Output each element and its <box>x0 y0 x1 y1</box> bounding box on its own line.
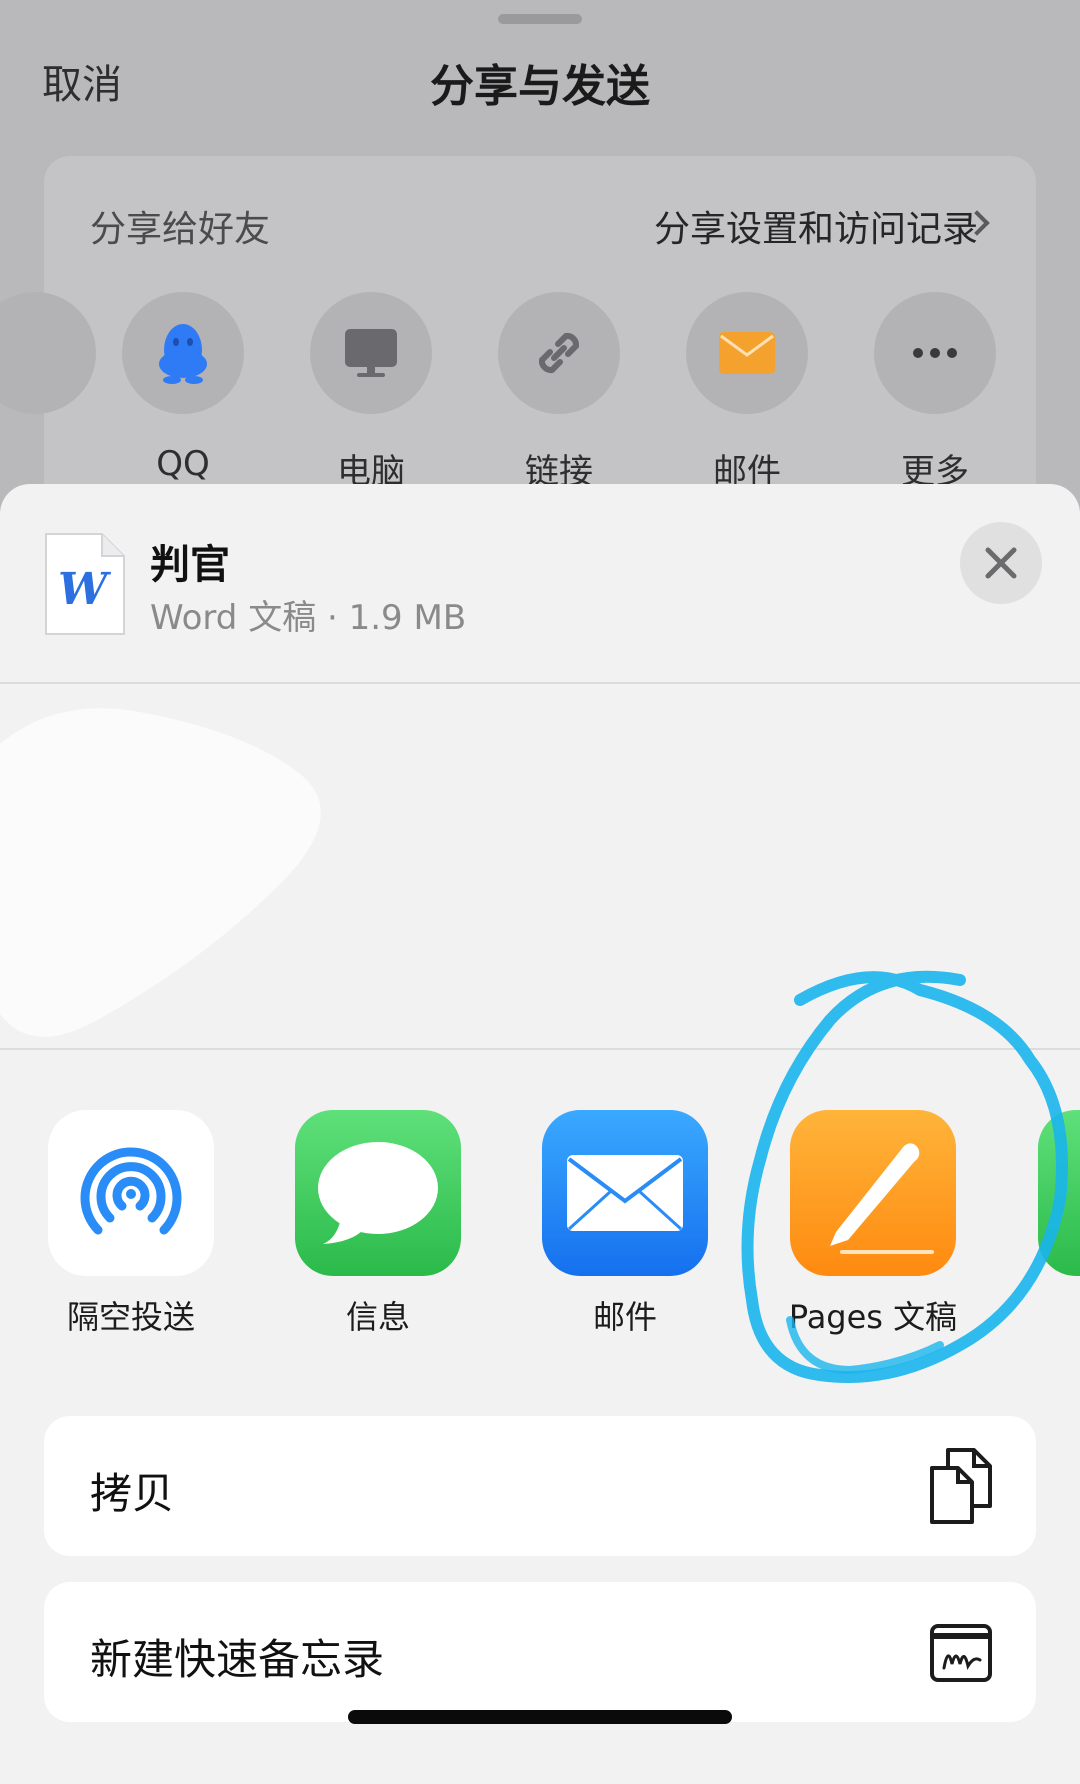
word-letter: W <box>58 564 112 615</box>
app-label: 隔空投送 <box>66 1298 195 1336</box>
messages-icon <box>318 1142 438 1244</box>
share-target-label: QQ <box>156 444 210 484</box>
mail-icon <box>719 332 775 374</box>
app-label: 邮件 <box>592 1298 657 1336</box>
share-target-qq[interactable]: QQ <box>122 292 244 484</box>
share-to-friends-card: 分享给好友 分享设置和访问记录 QQ 电脑 链接 邮件 更多 <box>0 156 1036 516</box>
sheet-grabber[interactable] <box>498 14 582 24</box>
computer-icon <box>345 329 397 377</box>
link-icon <box>538 332 580 374</box>
app-partial-next[interactable] <box>1038 1110 1080 1276</box>
app-label: Pages 文稿 <box>788 1298 958 1336</box>
copy-icon <box>930 1448 992 1524</box>
share-target-more[interactable]: 更多 <box>874 292 996 492</box>
app-share-row: 隔空投送 信息 邮件 Pages 文稿 <box>0 1110 1080 1340</box>
file-name: 判官 <box>150 542 230 588</box>
mail-app-icon <box>567 1155 683 1231</box>
qq-penguin-icon <box>159 324 207 384</box>
redacted-contacts-area <box>0 708 321 1037</box>
close-button[interactable] <box>960 522 1042 604</box>
action-label: 拷贝 <box>90 1469 175 1518</box>
word-document-icon: W <box>45 533 125 635</box>
ios-share-sheet: W 判官 Word 文稿 · 1.9 MB 隔空投送 信息 邮件 Pages 文… <box>0 484 1080 1784</box>
home-indicator[interactable] <box>348 1710 732 1724</box>
app-label: 信息 <box>345 1298 410 1336</box>
file-meta: Word 文稿 · 1.9 MB <box>150 598 467 638</box>
pages-icon <box>830 1143 934 1254</box>
app-messages[interactable]: 信息 <box>295 1110 461 1336</box>
app-pages[interactable]: Pages 文稿 <box>789 1110 957 1336</box>
share-target-computer[interactable]: 电脑 <box>310 292 432 492</box>
page-title: 分享与发送 <box>430 61 650 112</box>
app-airdrop[interactable]: 隔空投送 <box>48 1110 214 1336</box>
quick-note-icon <box>930 1624 992 1682</box>
previous-share-target[interactable] <box>0 292 96 414</box>
share-target-link[interactable]: 链接 <box>498 292 620 492</box>
divider <box>0 1048 1080 1050</box>
action-copy[interactable]: 拷贝 <box>44 1416 1036 1556</box>
more-icon <box>913 348 957 358</box>
app-mail[interactable]: 邮件 <box>542 1110 708 1336</box>
share-to-friends-title: 分享给好友 <box>90 209 271 250</box>
airdrop-icon <box>80 1147 182 1235</box>
share-settings-link[interactable]: 分享设置和访问记录 <box>654 200 978 252</box>
share-target-mail[interactable]: 邮件 <box>686 292 808 492</box>
action-quick-note[interactable]: 新建快速备忘录 <box>44 1582 1036 1722</box>
close-icon <box>985 547 1017 579</box>
action-label: 新建快速备忘录 <box>90 1635 385 1684</box>
